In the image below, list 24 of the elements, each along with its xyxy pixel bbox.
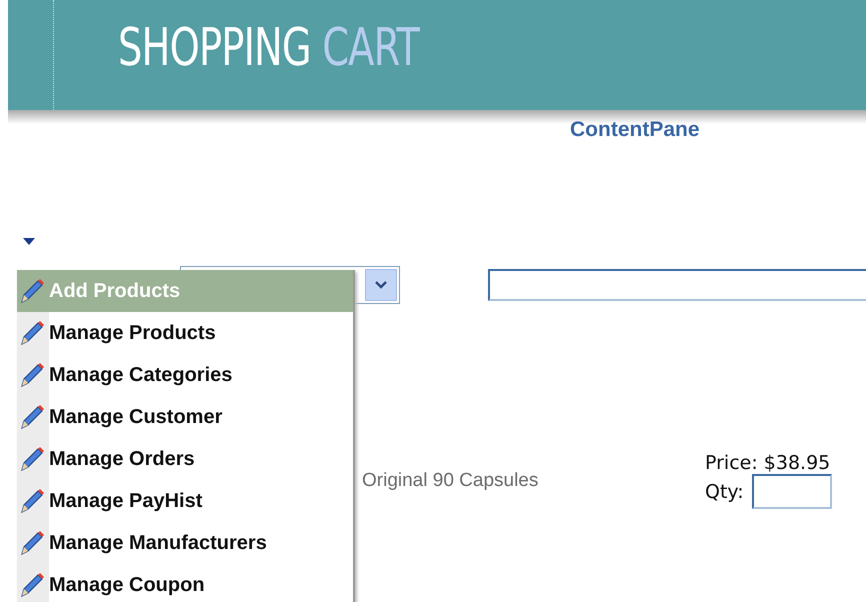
pencil-icon <box>19 572 45 598</box>
chevron-down-icon <box>375 281 387 289</box>
site-title: SHOPPING CART <box>118 18 419 78</box>
price-label: Price: $38.95 <box>705 452 832 474</box>
menu-item[interactable]: Manage Customer <box>17 396 353 438</box>
pane-title: ContentPane <box>570 118 700 141</box>
pencil-icon <box>19 488 45 514</box>
dropdown-arrow-icon[interactable] <box>23 238 35 245</box>
product-description: Original 90 Capsules <box>362 470 540 492</box>
menu-item[interactable]: Manage Categories <box>17 354 353 396</box>
pencil-icon <box>19 404 45 430</box>
pencil-icon <box>19 530 45 556</box>
menu-item[interactable]: Manage PayHist <box>17 480 353 522</box>
pencil-icon <box>19 362 45 388</box>
input-field[interactable] <box>488 269 866 301</box>
pencil-icon <box>19 446 45 472</box>
menu-item[interactable]: Manage Coupon <box>17 564 353 602</box>
qty-label: Qty: <box>705 480 744 502</box>
menu-item[interactable]: Manage Products <box>17 312 353 354</box>
menu-item[interactable]: Manage Manufacturers <box>17 522 353 564</box>
menu-item[interactable]: Manage Orders <box>17 438 353 480</box>
qty-field[interactable] <box>752 474 832 509</box>
pencil-icon <box>19 278 45 304</box>
pencil-icon <box>19 320 45 346</box>
